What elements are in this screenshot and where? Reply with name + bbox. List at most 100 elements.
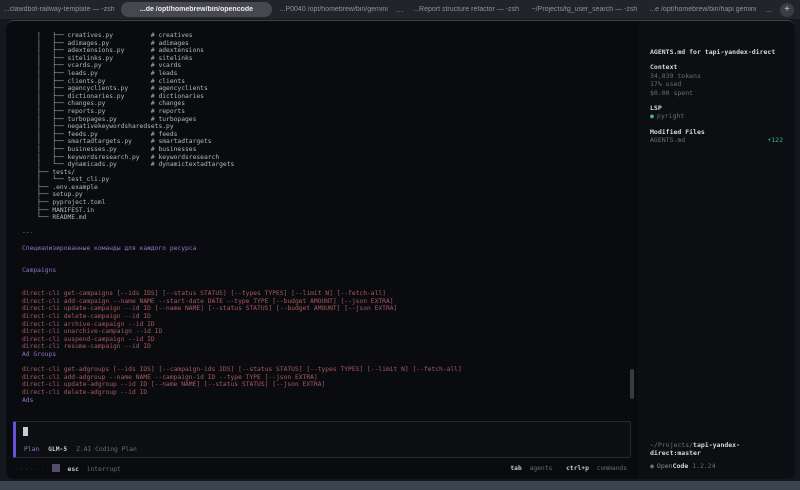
terminal-line: │ ├── negativekeywordsharedsets.py: [22, 123, 174, 131]
modified-file-name: AGENTS.md: [650, 136, 686, 145]
prompt-input[interactable]: Plan GLM-5 Z.AI Coding Plan: [13, 421, 631, 458]
terminal-line: └── README.md: [22, 214, 87, 222]
ctrlp-key-hint: ctrl+p: [566, 465, 589, 472]
sidebar-footer: ~/Projects/tapi-yandex-direct:master ● Op…: [650, 441, 783, 470]
terminal-line: │ ├── leads.py # leads: [22, 69, 178, 77]
context-spent: $0.00 spent: [650, 88, 694, 97]
modified-files-heading: Modified Files: [650, 127, 705, 136]
scrollbar-thumb[interactable]: [630, 369, 634, 399]
tab[interactable]: ...e /opt/homebrew/bin/hapi gemini: [644, 0, 762, 19]
tab[interactable]: ...Report structure refactor — -zsh: [407, 0, 525, 19]
sidebar-title: AGENTS.md for tapi-yandex-direct: [650, 48, 776, 56]
terminal-line: direct-cli update-campaign --id ID [--na…: [22, 305, 398, 313]
tab[interactable]: ...P0040 /opt/homebrew/bin/gemini: [275, 0, 393, 19]
terminal-line: ├── MANIFEST.in: [22, 206, 95, 214]
terminal-line: direct-cli archive-campaign --id ID: [22, 320, 155, 328]
terminal-line: ├── setup.py: [22, 191, 83, 199]
terminal-line: direct-cli add-adgroup --name NAME --cam…: [22, 373, 318, 381]
app-version-row: ● OpenCode 1.2.24: [650, 462, 783, 470]
window-shadow-strip: [0, 481, 800, 490]
terminal-line: Ads: [22, 396, 34, 404]
terminal-line: ├── .env.example: [22, 183, 98, 191]
text-cursor-icon: [23, 427, 28, 436]
tab[interactable]: ...clawdbot-railway-template — -zsh: [0, 0, 118, 19]
new-tab-button[interactable]: +: [780, 2, 794, 17]
prompt-meta: Plan GLM-5 Z.AI Coding Plan: [24, 446, 137, 453]
tab-title: ...e /opt/homebrew/bin/hapi gemini: [649, 6, 757, 13]
terminal-line: │ ├── changes.py # changes: [22, 100, 186, 108]
modified-file-row[interactable]: AGENTS.md +122: [650, 136, 783, 144]
terminal-line: direct-cli unarchive-campaign --id ID: [22, 328, 163, 336]
tab-title: ...P0040 /opt/homebrew/bin/gemini: [279, 6, 388, 13]
terminal-line: │ └── dynamicads.py # dynamictextadtarge…: [22, 161, 235, 169]
terminal-line: direct-cli get-adgroups [--ids IDS] [--c…: [22, 366, 462, 374]
tab-overflow-icon[interactable]: …: [393, 5, 407, 14]
agents-hint-label: agents: [529, 465, 553, 472]
terminal-line: │ ├── adextensions.py # adextensions: [22, 47, 204, 55]
terminal-line: │ ├── reports.py # reports: [22, 107, 186, 115]
spinner-dots-icon: ······: [14, 466, 46, 473]
spinner-block-icon: [51, 464, 60, 472]
tab-overflow-icon[interactable]: …: [762, 5, 776, 14]
terminal-line: direct-cli update-adgroup --id ID [--nam…: [22, 381, 326, 389]
terminal-line: ├── tests/: [22, 168, 76, 176]
lsp-section-heading: LSP: [650, 104, 662, 113]
lsp-status-dot-icon: ●: [650, 112, 654, 121]
diff-added-badge: +122: [767, 136, 783, 145]
agent-mode-label[interactable]: Plan: [24, 446, 39, 453]
model-label[interactable]: GLM-5: [48, 446, 67, 453]
terminal-window: │ ├── creatives.py # creatives │ ├── adi…: [6, 20, 795, 479]
terminal-line: ├── pyproject.toml: [22, 199, 106, 207]
terminal-line: direct-cli resume-campaign --id ID: [22, 343, 151, 351]
terminal-line: │ ├── vcards.py # vcards: [22, 62, 182, 70]
terminal-line: │ ├── businesses.py # businesses: [22, 145, 197, 153]
terminal-line: Специализированные команды для каждого р…: [22, 244, 197, 252]
sidebar-content: AGENTS.md for tapi-yandex-direct Context…: [638, 21, 795, 145]
tab-title: ~/Projects/tg_user_search — -zsh: [531, 6, 638, 13]
tab-title: ...Report structure refactor — -zsh: [413, 6, 519, 13]
lsp-server-name: pyright: [656, 112, 685, 121]
terminal-line: direct-cli suspend-campaign --id ID: [22, 335, 155, 343]
tab-title: ...de /opt/homebrew/bin/opencode: [139, 6, 254, 13]
status-right: tab agents ctrl+p commands: [510, 465, 631, 472]
project-path: ~/Projects/tapi-yandex-direct:master: [650, 441, 783, 457]
app-name-open: Open: [656, 461, 673, 470]
tab[interactable]: ~/Projects/tg_user_search — -zsh: [525, 0, 643, 19]
plus-icon: +: [784, 4, 790, 15]
status-bar: ······ esc interrupt tab agents ctrl+p c…: [14, 464, 631, 473]
provider-plan-label: Z.AI Coding Plan: [76, 446, 137, 453]
app-status-dot-icon: ●: [650, 461, 654, 470]
esc-hint-label: interrupt: [86, 466, 121, 473]
terminal-line: direct-cli get-campaigns [--ids IDS] [--…: [22, 290, 386, 298]
main-pane: │ ├── creatives.py # creatives │ ├── adi…: [6, 21, 638, 479]
tab-key-hint: tab: [510, 465, 522, 472]
terminal-line: direct-cli delete-campaign --id ID: [22, 312, 151, 320]
terminal-output: │ ├── creatives.py # creatives │ ├── adi…: [22, 32, 628, 424]
terminal-line: direct-cli delete-adgroup --id ID: [22, 388, 148, 396]
tab-active[interactable]: ...de /opt/homebrew/bin/opencode: [121, 2, 272, 17]
tabs-container: ...clawdbot-railway-template — -zsh ...de…: [0, 0, 776, 19]
terminal-line: direct-cli add-campaign --name NAME --st…: [22, 297, 394, 305]
context-tokens: 34,839 tokens: [650, 71, 701, 80]
commands-hint-label: commands: [596, 465, 627, 472]
terminal-line: Ad Groups: [22, 350, 57, 358]
terminal-line: │ ├── turbopages.py # turbopages: [22, 115, 197, 123]
app-name-code: Code: [672, 461, 689, 470]
terminal-line: ---: [22, 229, 34, 237]
terminal-line: │ ├── agencyclients.py # agencyclients: [22, 85, 208, 93]
path-prefix: ~/Projects/: [650, 440, 694, 449]
terminal-line: │ ├── smartadtargets.py # smartadtargets: [22, 138, 212, 146]
app-version: 1.2.24: [692, 461, 716, 470]
terminal-line: │ └── test_cli.py: [22, 176, 110, 184]
esc-key-hint: esc: [67, 466, 79, 473]
context-section-heading: Context: [650, 63, 678, 72]
context-sidebar: AGENTS.md for tapi-yandex-direct Context…: [638, 21, 795, 479]
terminal-line: │ ├── keywordsresearch.py # keywordsrese…: [22, 153, 220, 161]
